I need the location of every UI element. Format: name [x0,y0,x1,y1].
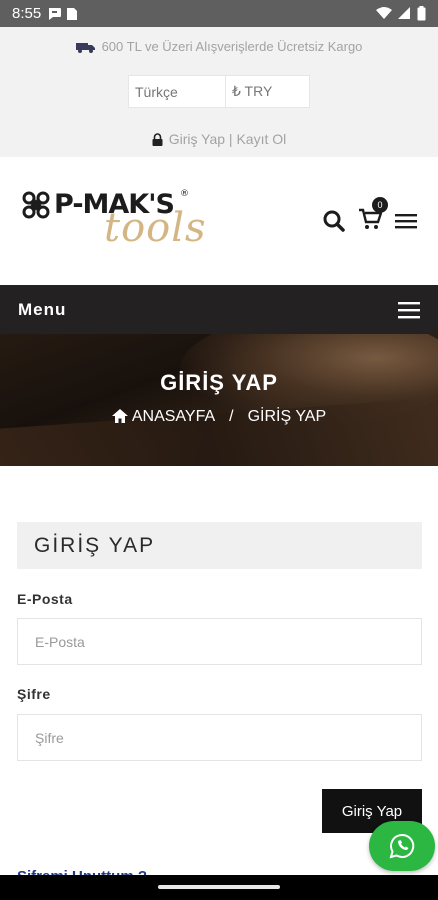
truck-icon [75,43,95,53]
account-links: Giriş Yap | Kayıt Ol [0,131,438,147]
breadcrumb-current: GİRİŞ YAP [247,408,327,425]
password-field[interactable] [17,714,422,761]
page-title: GİRİŞ YAP [160,370,278,395]
status-bar: 8:55 [0,0,438,27]
search-icon[interactable] [322,209,346,233]
breadcrumb-home-link[interactable]: ANASAYFA [132,408,215,425]
account-separator: | [228,131,233,147]
chat-bubble-icon [49,7,62,20]
logo-tools-text: tools [104,205,207,251]
hamburger-menu-icon[interactable] [394,211,418,231]
battery-icon [417,6,426,21]
lock-icon [152,133,163,146]
cart-count-badge: 0 [372,197,388,213]
menu-label: Menu [18,299,67,319]
password-label: Şifre [17,686,51,702]
cart-button[interactable]: 0 [358,197,388,235]
menu-bar[interactable]: Menu [0,285,438,334]
menu-toggle-icon[interactable] [398,301,420,319]
status-time: 8:55 [12,5,42,22]
system-navigation-bar [0,875,438,900]
language-select[interactable]: Türkçe [128,75,226,108]
sim-card-icon [67,7,78,20]
logo-mark-icon [22,191,50,219]
shipping-text: 600 TL ve Üzeri Alışverişlerde Ücretsiz … [101,39,363,54]
breadcrumb-separator: / [229,408,234,425]
cellular-signal-icon [398,7,410,19]
login-form-heading: GİRİŞ YAP [17,522,422,569]
email-field[interactable] [17,618,422,665]
site-logo[interactable]: P-MAK'S ® tools [20,189,210,259]
top-info-bar: 600 TL ve Üzeri Alışverişlerde Ücretsiz … [0,27,438,157]
site-header: P-MAK'S ® tools 0 [0,157,438,285]
currency-select[interactable]: ₺ TRY [226,75,310,108]
register-link[interactable]: Kayıt Ol [236,131,286,147]
email-label: E-Posta [17,591,73,607]
whatsapp-button[interactable] [369,821,435,871]
home-gesture-handle[interactable] [158,885,280,889]
page-banner: GİRİŞ YAP ANASAYFA / GİRİŞ YAP [0,334,438,466]
free-shipping-notice: 600 TL ve Üzeri Alışverişlerde Ücretsiz … [0,39,438,54]
login-link[interactable]: Giriş Yap [169,131,225,147]
logo-registered-mark: ® [180,189,189,199]
whatsapp-icon [389,833,415,859]
breadcrumb: ANASAYFA / GİRİŞ YAP [0,408,438,426]
wifi-icon [376,7,392,19]
home-icon [111,409,128,423]
